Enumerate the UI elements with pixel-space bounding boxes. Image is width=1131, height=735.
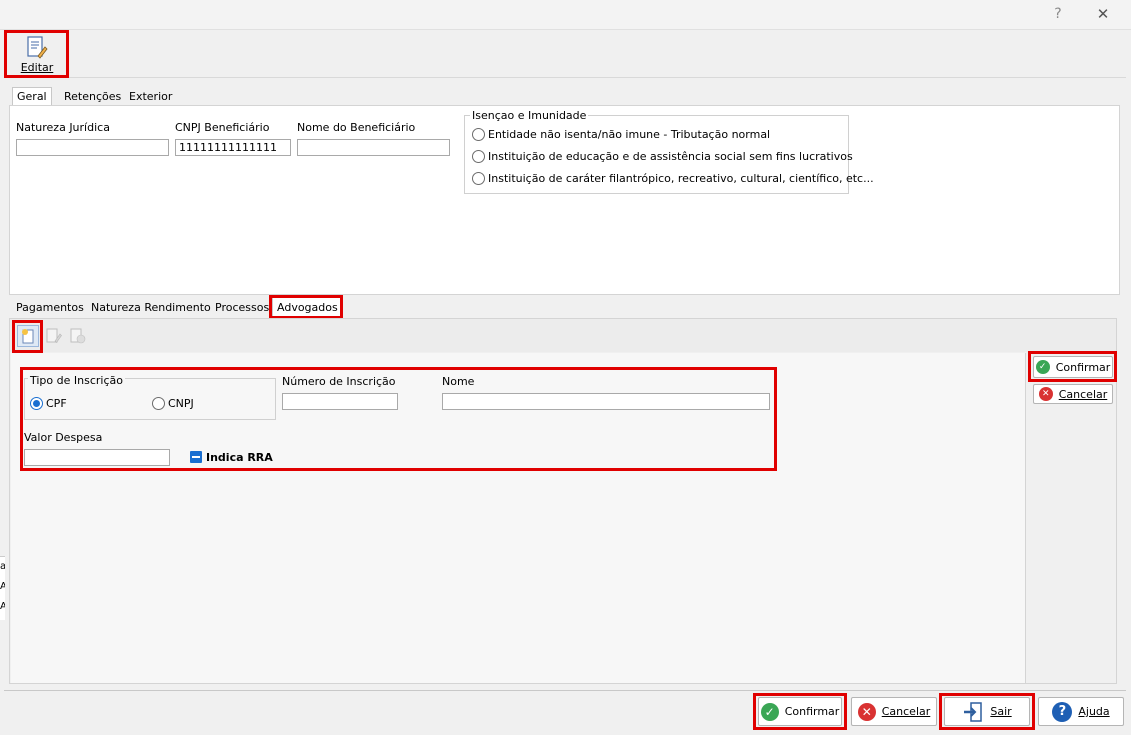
cancel-circle-icon: ✕ xyxy=(857,702,876,721)
nome-advogado-input[interactable] xyxy=(442,393,770,410)
footer-confirm-label: Confirmar xyxy=(784,705,840,718)
valor-despesa-input[interactable] xyxy=(24,449,170,466)
cnpj-beneficiario-label: CNPJ Beneficiário xyxy=(175,121,270,134)
background-window-fragment: a A A xyxy=(0,556,5,620)
nome-beneficiario-input[interactable] xyxy=(297,139,450,156)
exit-door-icon xyxy=(964,701,983,722)
advogado-cancel-label: Cancelar xyxy=(1058,387,1108,401)
indica-rra-label: Indica RRA xyxy=(206,451,273,464)
footer-help-button[interactable]: ? Ajuda xyxy=(1038,697,1124,726)
edit-button-label: Editar xyxy=(20,61,54,74)
footer-cancel-label: Cancelar xyxy=(881,705,931,718)
background-fragment-text: A xyxy=(0,597,5,617)
numero-inscricao-label: Número de Inscrição xyxy=(282,375,396,388)
tab-natureza-rendimento[interactable]: Natureza Rendimento xyxy=(87,299,215,317)
close-window-button[interactable]: ✕ xyxy=(1094,5,1112,25)
delete-record-button[interactable] xyxy=(70,327,88,345)
check-circle-icon: ✓ xyxy=(1035,360,1050,374)
advogado-confirm-button[interactable]: ✓ Confirmar xyxy=(1033,356,1113,378)
advogado-confirm-label: Confirmar xyxy=(1055,360,1111,374)
radio-educacao[interactable] xyxy=(472,150,485,163)
footer-help-label: Ajuda xyxy=(1078,705,1110,718)
background-fragment-text: A xyxy=(0,577,5,597)
tab-advogados[interactable]: Advogados xyxy=(272,297,343,317)
radio-cnpj[interactable] xyxy=(152,397,165,410)
radio-filantropico-label: Instituição de caráter filantrópico, rec… xyxy=(488,172,874,185)
help-circle-icon: ? xyxy=(1052,701,1073,722)
radio-nao-isenta-label: Entidade não isenta/não imune - Tributaç… xyxy=(488,128,771,141)
nome-beneficiario-label: Nome do Beneficiário xyxy=(297,121,416,134)
toolbar xyxy=(4,30,1126,78)
add-record-button[interactable] xyxy=(17,325,39,347)
radio-educacao-label: Instituição de educação e de assistência… xyxy=(488,150,853,163)
tipo-inscricao-label: Tipo de Inscrição xyxy=(28,374,125,387)
edit-record-icon xyxy=(46,328,62,343)
natureza-juridica-label: Natureza Jurídica xyxy=(16,121,110,134)
radio-cnpj-label: CNPJ xyxy=(168,397,194,410)
edit-toolbar-button[interactable]: Editar xyxy=(8,34,66,76)
radio-filantropico[interactable] xyxy=(472,172,485,185)
tab-geral[interactable]: Geral xyxy=(12,87,52,105)
isencao-group-title: Isençao e Imunidade xyxy=(470,109,589,122)
natureza-juridica-input[interactable] xyxy=(16,139,169,156)
indica-rra-checkbox[interactable] xyxy=(190,451,202,463)
radio-nao-isenta[interactable] xyxy=(472,128,485,141)
edit-record-button[interactable] xyxy=(46,327,64,345)
numero-inscricao-input[interactable] xyxy=(282,393,398,410)
footer-confirm-button[interactable]: ✓ Confirmar xyxy=(758,697,842,726)
footer-cancel-button[interactable]: ✕ Cancelar xyxy=(851,697,937,726)
title-bar xyxy=(0,0,1131,30)
tab-pagamentos[interactable]: Pagamentos xyxy=(12,299,88,317)
cnpj-beneficiario-input[interactable]: 11111111111111 xyxy=(175,139,291,156)
advogado-cancel-button[interactable]: ✕ Cancelar xyxy=(1033,384,1113,404)
cancel-circle-icon: ✕ xyxy=(1038,387,1053,401)
edit-document-icon xyxy=(27,36,48,59)
footer-exit-button[interactable]: Sair xyxy=(944,697,1030,726)
valor-despesa-label: Valor Despesa xyxy=(24,431,103,444)
nome-advogado-label: Nome xyxy=(442,375,475,388)
tab-retencoes[interactable]: Retenções xyxy=(60,88,125,106)
tab-processos[interactable]: Processos xyxy=(211,299,273,317)
footer-exit-label: Sair xyxy=(990,705,1012,718)
delete-record-icon xyxy=(70,328,86,344)
new-document-icon xyxy=(22,329,34,344)
radio-cpf-label: CPF xyxy=(46,397,67,410)
tab-exterior[interactable]: Exterior xyxy=(125,88,176,106)
help-title-button[interactable]: ? xyxy=(1050,6,1066,24)
radio-cpf[interactable] xyxy=(30,397,43,410)
footer-separator xyxy=(4,690,1126,691)
advogados-mini-toolbar xyxy=(10,319,1116,352)
background-fragment-text: a xyxy=(0,557,5,577)
check-circle-icon: ✓ xyxy=(760,702,779,721)
